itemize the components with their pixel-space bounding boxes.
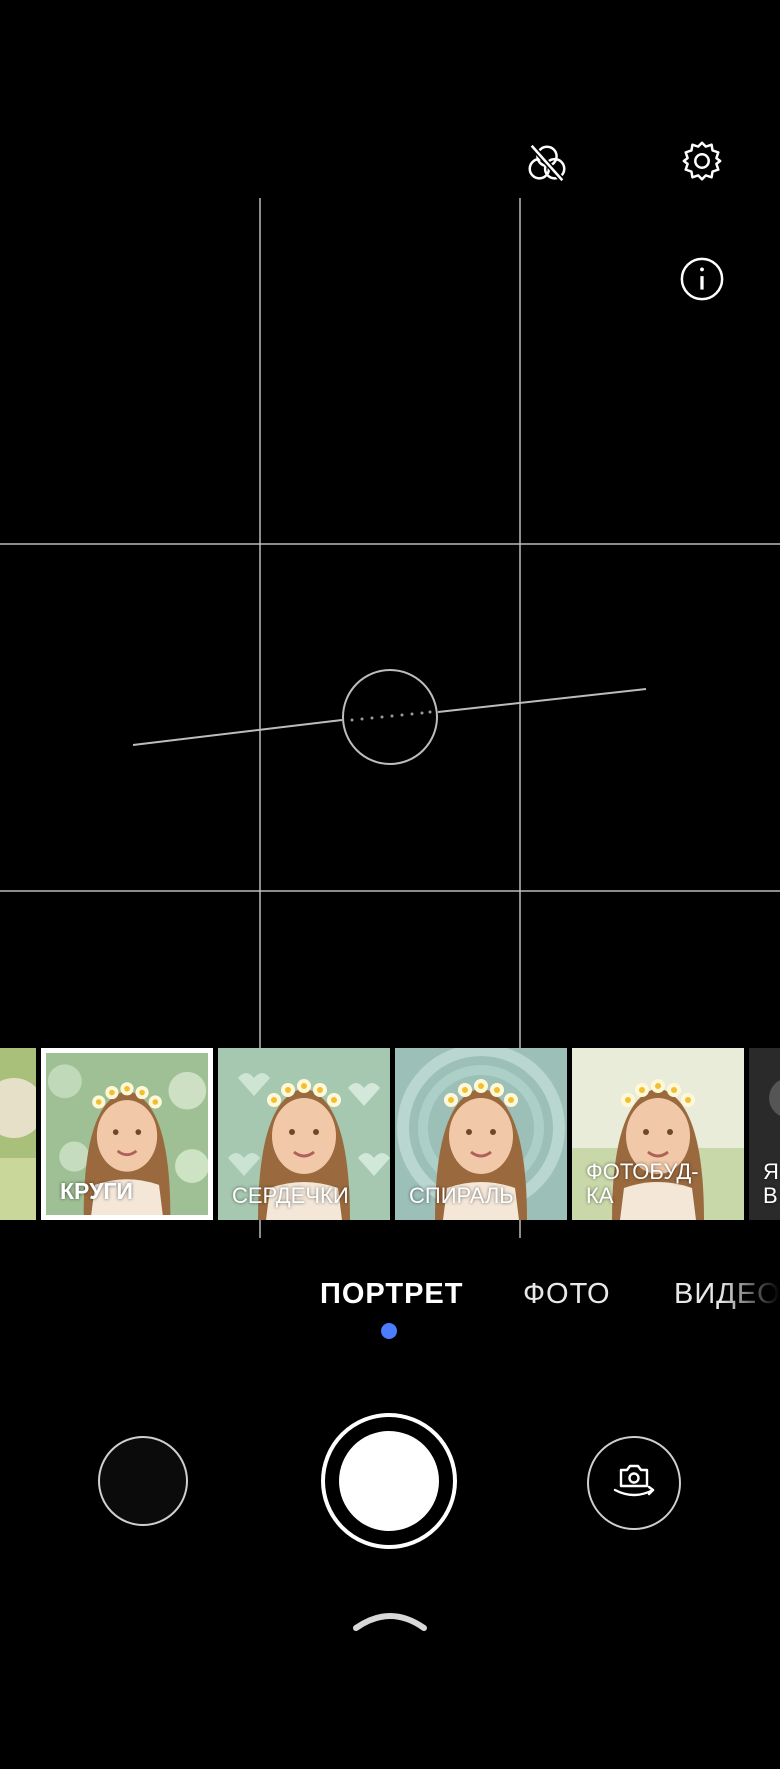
mode-fade: [720, 1270, 780, 1320]
filter-label: Я В: [763, 1159, 779, 1208]
filter-off-icon[interactable]: [522, 138, 572, 188]
chevron-up-icon[interactable]: [352, 1608, 428, 1632]
filter-label: ФОТОБУД- КА: [586, 1159, 699, 1208]
mode-photo[interactable]: ФОТО: [523, 1278, 611, 1311]
filter-label: КРУГИ: [60, 1178, 133, 1204]
active-mode-indicator: [381, 1323, 397, 1339]
filter-label: СПИРАЛЬ: [409, 1183, 514, 1208]
filter-thumb-partial[interactable]: [0, 1048, 36, 1220]
filter-thumb-photobooth[interactable]: ФОТОБУД- КА: [572, 1048, 744, 1220]
portrait-effect-strip: КРУГИ СЕРДЕЧКИ СПИРАЛЬ ФОТОБУД- КА Я В: [0, 1048, 780, 1220]
mode-portrait[interactable]: ПОРТРЕТ: [320, 1278, 463, 1311]
filter-thumb-circles[interactable]: КРУГИ: [41, 1048, 213, 1220]
filter-thumb-spiral[interactable]: СПИРАЛЬ: [395, 1048, 567, 1220]
info-icon[interactable]: [677, 254, 727, 304]
gallery-icon[interactable]: [98, 1436, 188, 1526]
mode-selector: ПОРТРЕТ ФОТО ВИДЕО: [0, 1270, 780, 1320]
filter-thumb-partial-right[interactable]: Я В: [749, 1048, 780, 1220]
filter-label: СЕРДЕЧКИ: [232, 1183, 349, 1208]
switch-camera-icon[interactable]: [587, 1436, 681, 1530]
shutter-icon[interactable]: [339, 1431, 439, 1531]
filter-thumb-hearts[interactable]: СЕРДЕЧКИ: [218, 1048, 390, 1220]
gear-icon[interactable]: [677, 136, 727, 186]
